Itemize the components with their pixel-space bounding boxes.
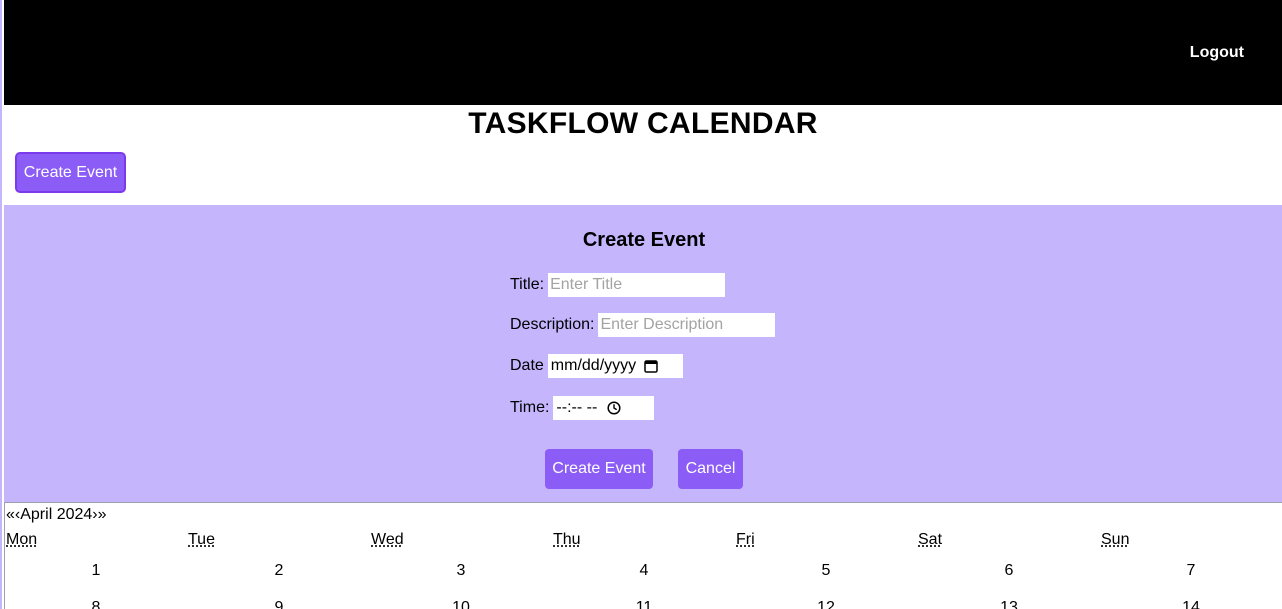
create-event-form: Create Event Title: Description: Date mm… <box>4 205 1282 502</box>
time-input[interactable]: --:-- -- <box>553 396 655 420</box>
page-title: TASKFLOW CALENDAR <box>468 107 818 140</box>
calendar-day[interactable]: 4 <box>553 562 735 580</box>
calendar-day[interactable]: 10 <box>370 599 552 609</box>
calendar-icon[interactable] <box>644 359 658 373</box>
month-label[interactable]: April 2024 <box>20 506 92 524</box>
calendar-day[interactable]: 13 <box>918 599 1100 609</box>
form-heading: Create Event <box>582 229 706 251</box>
date-input[interactable]: mm/dd/yyyy <box>547 354 683 378</box>
description-field-row: Description: <box>510 313 776 337</box>
open-create-event-button[interactable]: Create Event <box>15 152 126 193</box>
calendar-day[interactable]: 5 <box>735 562 917 580</box>
description-label: Description: <box>510 316 595 333</box>
top-navbar: Logout <box>4 0 1282 105</box>
calendar-day[interactable]: 2 <box>188 562 370 580</box>
calendar-day[interactable]: 14 <box>1100 599 1282 609</box>
weekday-mon: Mon <box>6 531 38 548</box>
calendar-day[interactable]: 7 <box>1100 562 1282 580</box>
clock-icon[interactable] <box>607 401 621 415</box>
calendar-day[interactable]: 6 <box>918 562 1100 580</box>
title-input[interactable] <box>548 273 726 297</box>
weekday-sat: Sat <box>918 531 943 548</box>
prev-year-button[interactable]: « <box>6 506 15 524</box>
date-field-row: Date mm/dd/yyyy <box>510 354 683 378</box>
calendar: « ‹ April 2024 › » Mon Tue Wed Thu Fri S… <box>4 502 1282 609</box>
weekday-fri: Fri <box>736 531 755 548</box>
calendar-day[interactable]: 12 <box>735 599 917 609</box>
next-year-button[interactable]: » <box>98 506 107 524</box>
calendar-day[interactable]: 8 <box>5 599 187 609</box>
time-value: --:-- -- <box>556 399 598 416</box>
description-input[interactable] <box>598 313 776 337</box>
calendar-day[interactable]: 11 <box>553 599 735 609</box>
weekday-tue: Tue <box>188 531 215 548</box>
submit-create-event-button[interactable]: Create Event <box>545 449 653 489</box>
weekday-sun: Sun <box>1101 531 1130 548</box>
title-label: Title: <box>510 276 545 293</box>
calendar-day[interactable]: 3 <box>370 562 552 580</box>
title-field-row: Title: <box>510 273 726 297</box>
time-field-row: Time: --:-- -- <box>510 396 655 420</box>
logout-button[interactable]: Logout <box>1190 44 1244 62</box>
app-frame: Logout TASKFLOW CALENDAR Create Event Cr… <box>0 0 1282 609</box>
weekday-thu: Thu <box>553 531 581 548</box>
date-label: Date <box>510 357 544 374</box>
weekday-wed: Wed <box>371 531 404 548</box>
date-value: mm/dd/yyyy <box>550 357 637 374</box>
cancel-button[interactable]: Cancel <box>678 449 743 489</box>
calendar-navigation: « ‹ April 2024 › » <box>6 506 107 524</box>
calendar-day[interactable]: 1 <box>5 562 187 580</box>
time-label: Time: <box>510 399 550 416</box>
calendar-day[interactable]: 9 <box>188 599 370 609</box>
